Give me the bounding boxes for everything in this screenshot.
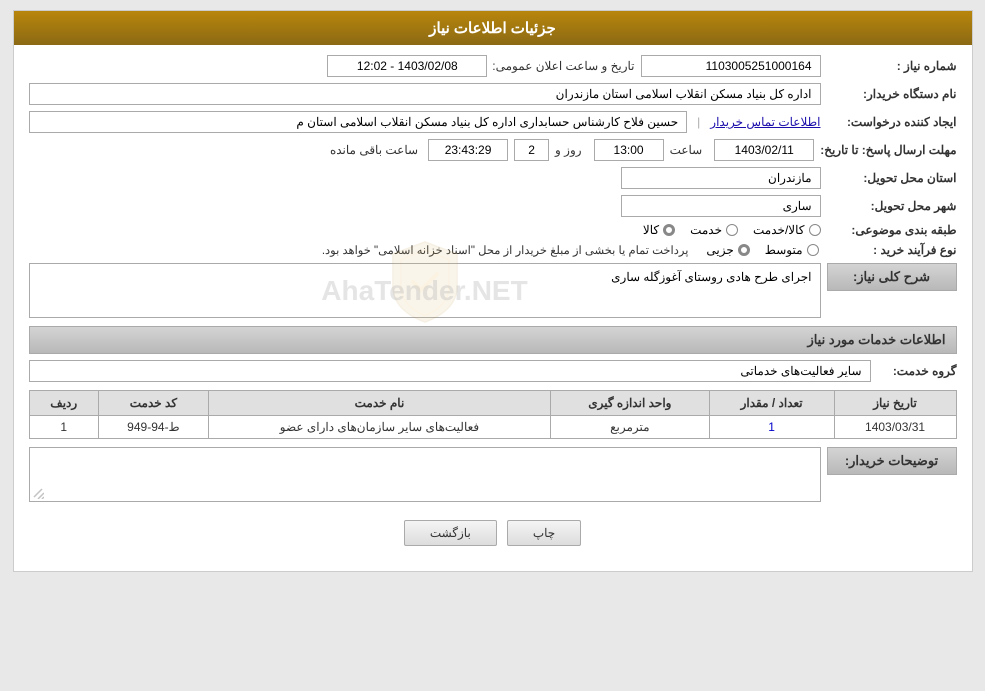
ijad-label: ایجاد کننده درخواست: <box>827 115 957 129</box>
tarikh-label: تاریخ و ساعت اعلان عمومی: <box>492 59 634 73</box>
radio-kala-khedmat-circle <box>809 224 821 236</box>
sharh-label: شرح کلی نیاز: <box>827 263 957 291</box>
col-tedad: تعداد / مقدار <box>709 391 834 416</box>
radio-kala-khedmat-item[interactable]: کالا/خدمت <box>753 223 820 237</box>
radio-kala-item[interactable]: کالا <box>643 223 675 237</box>
ostan-value: مازندران <box>621 167 821 189</box>
radio-motavaset-label: متوسط <box>765 243 803 257</box>
col-kod: کد خدمت <box>98 391 208 416</box>
shahr-value: ساری <box>621 195 821 217</box>
cell-naam: فعالیت‌های سایر سازمان‌های دارای عضو <box>208 416 550 439</box>
shomara-label: شماره نیاز : <box>827 59 957 73</box>
mande-value: 23:43:29 <box>428 139 508 161</box>
mohlat-label: مهلت ارسال پاسخ: تا تاریخ: <box>820 143 956 157</box>
row-goroh: گروه خدمت: سایر فعالیت‌های خدماتی <box>29 360 957 382</box>
tabaqe-label: طبقه بندی موضوعی: <box>827 223 957 237</box>
date-box: 1403/02/11 <box>714 139 814 161</box>
cell-radif: 1 <box>29 416 98 439</box>
shield-watermark-icon <box>385 237 465 327</box>
tarikh-value: 1403/02/08 - 12:02 <box>327 55 487 77</box>
process-notice: پرداخت تمام یا بخشی از مبلغ خریدار از مح… <box>29 243 689 257</box>
content-area: شماره نیاز : 1103005251000164 تاریخ و سا… <box>14 45 972 571</box>
radio-jozi-label: جزیی <box>706 243 733 257</box>
services-table-section: تاریخ نیاز تعداد / مقدار واحد اندازه گیر… <box>29 390 957 439</box>
btn-chap[interactable]: چاپ <box>507 520 581 546</box>
ijad-link[interactable]: اطلاعات تماس خریدار <box>710 115 820 129</box>
process-label: نوع فرآیند خرید : <box>827 243 957 257</box>
resize-icon <box>32 487 44 499</box>
rooz-value: 2 <box>514 139 549 161</box>
shahr-label: شهر محل تحویل: <box>827 199 957 213</box>
radio-jozi-circle <box>738 244 750 256</box>
mande-label: ساعت باقی مانده <box>330 143 418 157</box>
sharh-container: AhaTender.NET اجرای طرح هادی روستای آغوز… <box>29 263 821 318</box>
table-row: 1403/03/31 1 مترمربع فعالیت‌های سایر ساز… <box>29 416 956 439</box>
tawzih-container <box>29 447 821 502</box>
radio-khedmat-circle <box>726 224 738 236</box>
tabaqe-radio-group: کالا/خدمت خدمت کالا <box>643 223 821 237</box>
row-tawzih: توضیحات خریدار: <box>29 447 957 502</box>
col-tarikh: تاریخ نیاز <box>834 391 956 416</box>
rooz-label: روز و <box>555 143 582 157</box>
btn-bazgasht[interactable]: بازگشت <box>404 520 497 546</box>
radio-kala-circle <box>663 224 675 236</box>
dastgah-value: اداره کل بنیاد مسکن انقلاب اسلامی استان … <box>29 83 821 105</box>
row-shomara: شماره نیاز : 1103005251000164 تاریخ و سا… <box>29 55 957 77</box>
radio-khedmat-item[interactable]: خدمت <box>690 223 738 237</box>
page-header: جزئیات اطلاعات نیاز <box>14 11 972 45</box>
radio-khedmat-label: خدمت <box>690 223 722 237</box>
row-dastgah: نام دستگاه خریدار: اداره کل بنیاد مسکن ا… <box>29 83 957 105</box>
radio-jozi-item[interactable]: جزیی <box>706 243 749 257</box>
row-ostan: استان محل تحویل: مازندران <box>29 167 957 189</box>
radio-kala-label: کالا <box>643 223 659 237</box>
khadamat-header: اطلاعات خدمات مورد نیاز <box>29 326 957 354</box>
col-vahed: واحد اندازه گیری <box>551 391 710 416</box>
col-radif: ردیف <box>29 391 98 416</box>
services-table: تاریخ نیاز تعداد / مقدار واحد اندازه گیر… <box>29 390 957 439</box>
footer-buttons: چاپ بازگشت <box>29 508 957 561</box>
radio-motavaset-item[interactable]: متوسط <box>765 243 819 257</box>
sharh-value: اجرای طرح هادی روستای آغوزگله ساری <box>611 270 811 284</box>
page-title: جزئیات اطلاعات نیاز <box>429 20 556 37</box>
row-shahr: شهر محل تحویل: ساری <box>29 195 957 217</box>
saat-value: 13:00 <box>594 139 664 161</box>
tawzih-label: توضیحات خریدار: <box>827 447 957 475</box>
cell-tedad: 1 <box>709 416 834 439</box>
table-header-row: تاریخ نیاز تعداد / مقدار واحد اندازه گیر… <box>29 391 956 416</box>
ostan-label: استان محل تحویل: <box>827 171 957 185</box>
main-container: جزئیات اطلاعات نیاز شماره نیاز : 1103005… <box>13 10 973 572</box>
row-ijad: ایجاد کننده درخواست: اطلاعات تماس خریدار… <box>29 111 957 133</box>
radio-motavaset-circle <box>807 244 819 256</box>
saat-label: ساعت <box>670 143 703 157</box>
cell-vahed: مترمربع <box>551 416 710 439</box>
cell-tarikh: 1403/03/31 <box>834 416 956 439</box>
tarikh-group: تاریخ و ساعت اعلان عمومی: 1403/02/08 - 1… <box>29 55 635 77</box>
radio-kala-khedmat-label: کالا/خدمت <box>753 223 804 237</box>
row-tabaqe: طبقه بندی موضوعی: کالا/خدمت خدمت کالا <box>29 223 957 237</box>
goroh-label: گروه خدمت: <box>877 364 957 378</box>
goroh-value: سایر فعالیت‌های خدماتی <box>29 360 871 382</box>
row-mohlat: مهلت ارسال پاسخ: تا تاریخ: 1403/02/11 سا… <box>29 139 957 161</box>
cell-kod: ط-94-949 <box>98 416 208 439</box>
process-radio-group: متوسط جزیی <box>706 243 818 257</box>
row-process: نوع فرآیند خرید : متوسط جزیی پرداخت تمام… <box>29 243 957 257</box>
shomara-value: 1103005251000164 <box>641 55 821 77</box>
col-naam: نام خدمت <box>208 391 550 416</box>
ijad-value: حسین فلاح کارشناس حسابداری اداره کل بنیا… <box>29 111 688 133</box>
dastgah-label: نام دستگاه خریدار: <box>827 87 957 101</box>
row-sharh: شرح کلی نیاز: AhaTender.NET اجرای طرح ها… <box>29 263 957 318</box>
